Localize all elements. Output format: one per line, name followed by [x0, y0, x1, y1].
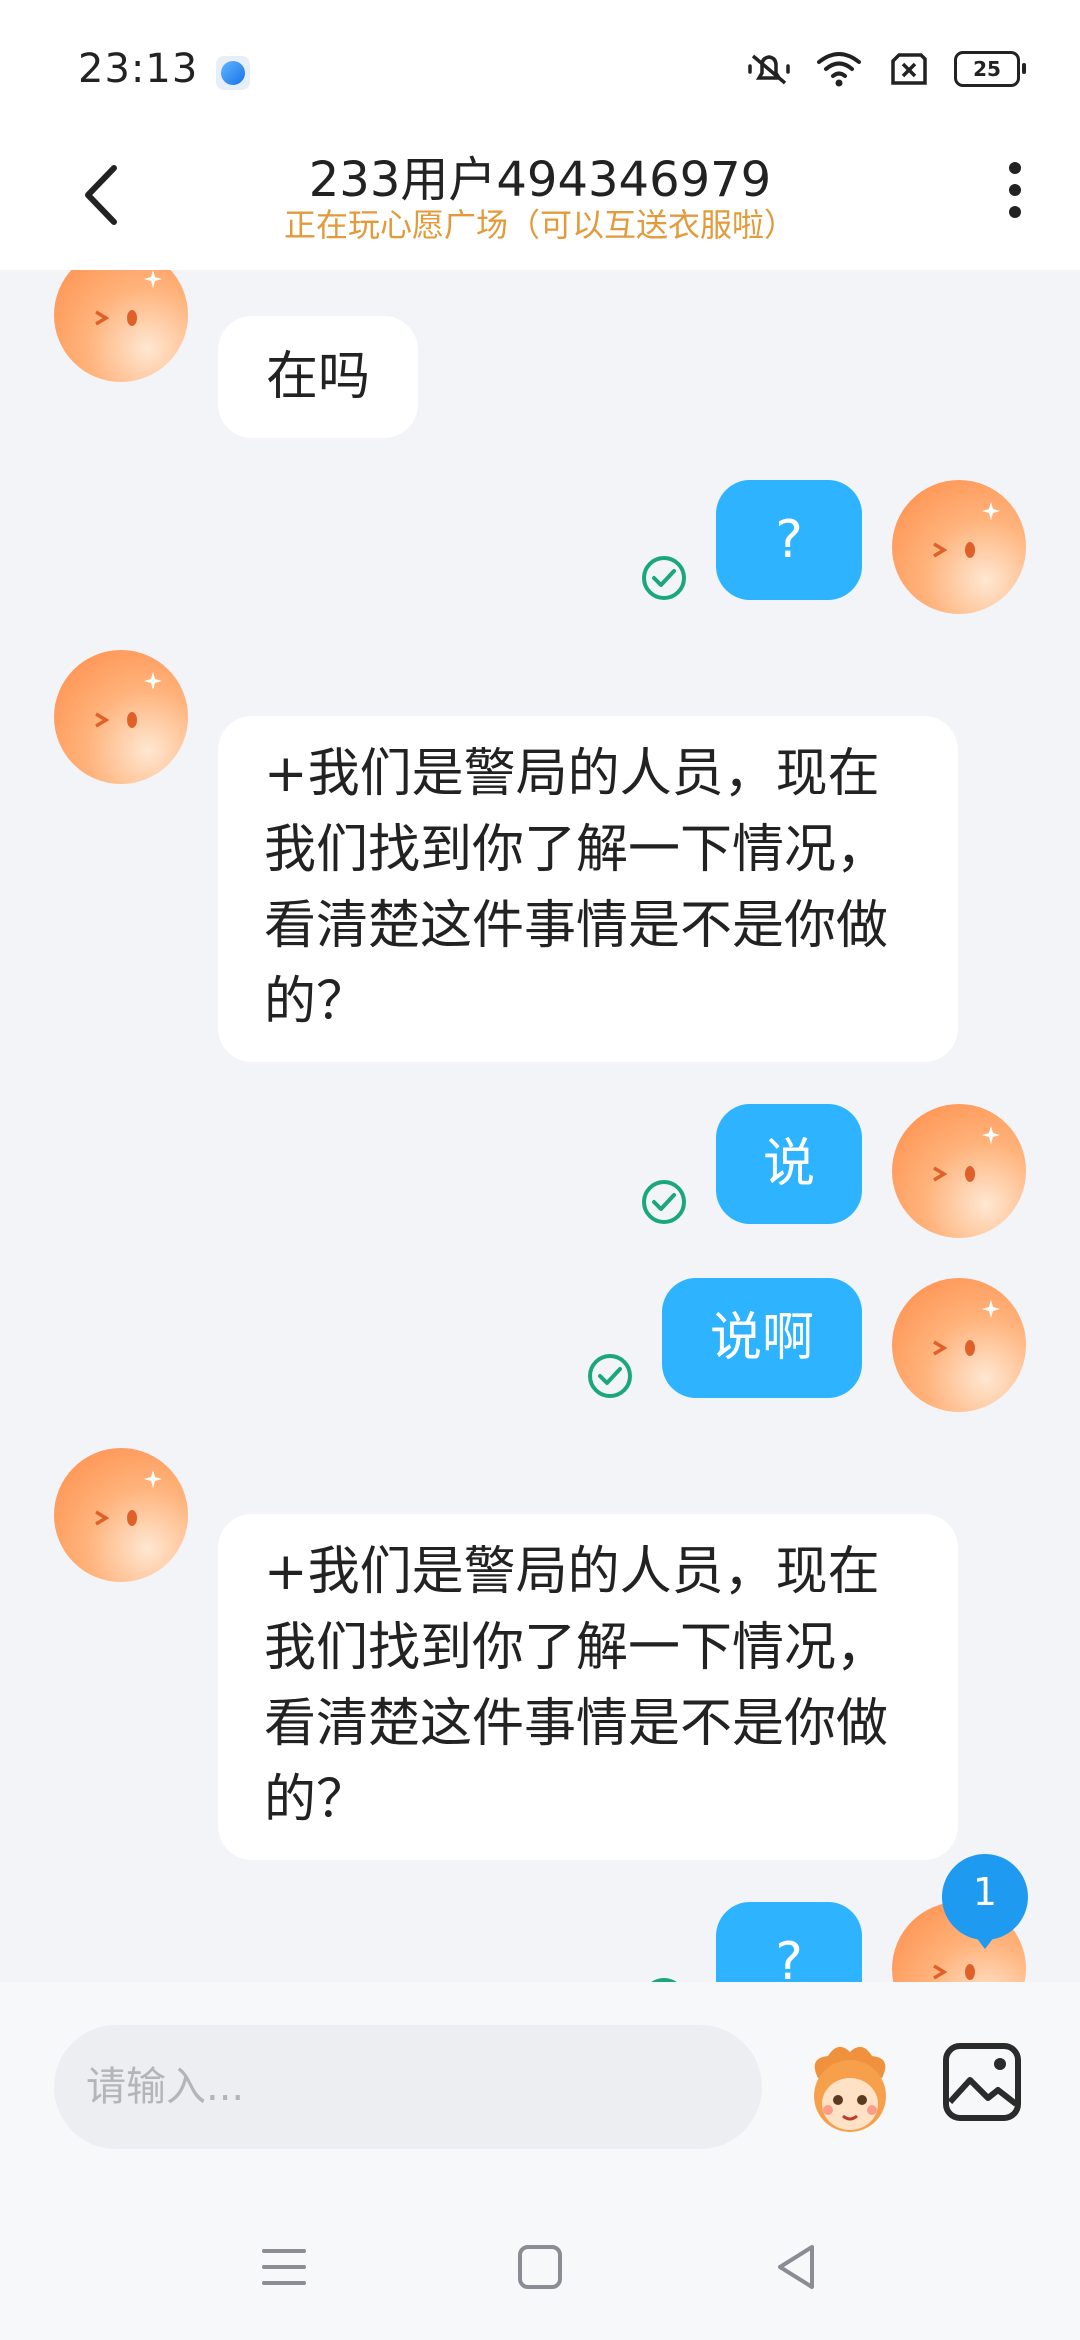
image-picker-icon[interactable] [940, 2040, 1024, 2124]
status-bar: 23:13 25 [0, 0, 1080, 140]
contact-avatar[interactable] [54, 650, 188, 784]
message-text: ? [775, 510, 803, 570]
message-line: 的？ [264, 1770, 369, 1830]
message-bubble-incoming[interactable]: 在吗 [218, 316, 418, 438]
message-text: 说啊 [709, 1308, 814, 1368]
contact-avatar[interactable] [54, 1448, 188, 1582]
battery-icon: 25 [954, 51, 1026, 87]
message-bubble-incoming[interactable]: +我们是警局的人员，现在 我们找到你了解一下情况， 看清楚这件事情是不是你做 的… [218, 716, 958, 1062]
message-line: 我们找到你了解一下情况， [264, 1618, 889, 1678]
recents-menu-icon[interactable] [254, 2237, 314, 2297]
message-bubble-outgoing[interactable]: 说啊 [662, 1278, 862, 1398]
more-options-icon[interactable] [990, 155, 1040, 225]
message-line: 看清楚这件事情是不是你做 [264, 1694, 889, 1754]
my-avatar[interactable] [892, 1278, 1026, 1412]
my-avatar[interactable] [892, 1104, 1026, 1238]
message-line: 看清楚这件事情是不是你做 [264, 896, 889, 956]
back-triangle-icon[interactable] [766, 2237, 826, 2297]
message-text: 说 [762, 1134, 815, 1194]
message-input[interactable] [54, 2025, 762, 2149]
message-line: +我们是警局的人员，现在 [264, 744, 880, 804]
my-avatar[interactable] [892, 480, 1026, 614]
message-line: +我们是警局的人员，现在 [264, 1542, 880, 1602]
message-text: ? [775, 1932, 803, 1982]
unread-count: 1 [972, 1870, 998, 1914]
wifi-icon [814, 50, 864, 88]
status-icons: 25 [744, 50, 1026, 88]
read-check-icon [642, 556, 686, 600]
sticker-mascot-icon[interactable] [798, 2038, 902, 2142]
new-message-badge[interactable]: 1 [940, 1852, 1030, 1949]
read-check-icon [588, 1354, 632, 1398]
message-bubble-incoming[interactable]: +我们是警局的人员，现在 我们找到你了解一下情况， 看清楚这件事情是不是你做 的… [218, 1514, 958, 1860]
home-button-icon[interactable] [510, 2237, 570, 2297]
message-line: 我们找到你了解一下情况， [264, 820, 889, 880]
message-bubble-outgoing[interactable]: ? [716, 1902, 862, 1982]
message-bubble-outgoing[interactable]: 说 [716, 1104, 862, 1224]
message-text: 在吗 [265, 347, 370, 407]
message-list[interactable]: 在吗 ? +我们是警局的人员，现在 我们找到你了解一下情况， 看清楚这件事情是不… [0, 270, 1080, 1982]
status-time: 23:13 [78, 46, 199, 92]
message-line: 的？ [264, 972, 369, 1032]
message-bubble-outgoing[interactable]: ? [716, 480, 862, 600]
app-notification-icon [216, 56, 250, 90]
mute-icon [744, 50, 794, 88]
contact-avatar[interactable] [54, 270, 188, 382]
no-sim-icon [884, 50, 934, 88]
contact-status: 正在玩心愿广场（可以互送衣服啦） [283, 206, 796, 244]
read-check-icon [642, 1180, 686, 1224]
